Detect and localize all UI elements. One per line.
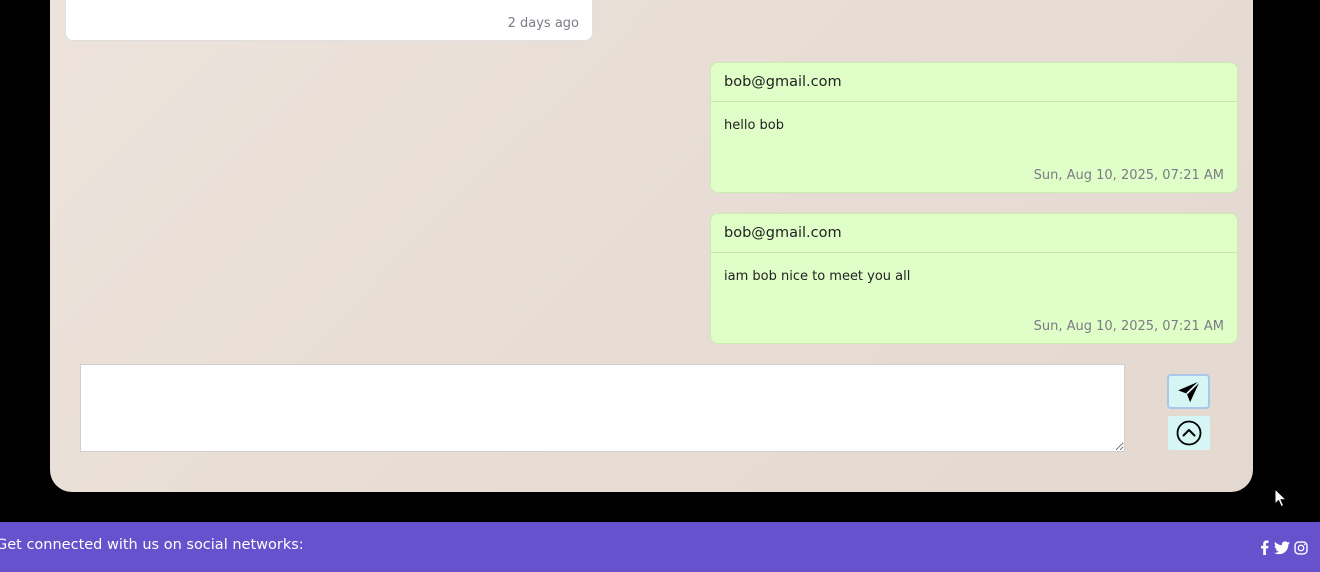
message-card-incoming: 2 days ago: [65, 0, 593, 41]
facebook-icon[interactable]: [1259, 540, 1270, 555]
message-sender: bob@gmail.com: [711, 63, 1237, 102]
mouse-cursor-icon: [1274, 487, 1288, 512]
message-card-outgoing: bob@gmail.com iam bob nice to meet you a…: [710, 213, 1238, 344]
message-time: 2 days ago: [507, 16, 579, 31]
scroll-top-button[interactable]: [1168, 416, 1210, 450]
message-sender: bob@gmail.com: [711, 214, 1237, 253]
message-time: Sun, Aug 10, 2025, 07:21 AM: [1033, 168, 1224, 183]
footer: Get connected with us on social networks…: [0, 522, 1320, 572]
chat-panel: 2 days ago bob@gmail.com hello bob Sun, …: [50, 0, 1253, 492]
message-time: Sun, Aug 10, 2025, 07:21 AM: [1033, 319, 1224, 334]
send-button[interactable]: [1167, 374, 1210, 409]
message-card-outgoing: bob@gmail.com hello bob Sun, Aug 10, 202…: [710, 62, 1238, 193]
instagram-icon[interactable]: [1294, 540, 1308, 555]
footer-tagline: Get connected with us on social networks…: [0, 537, 304, 553]
paper-plane-icon: [1176, 379, 1202, 405]
twitter-icon[interactable]: [1274, 540, 1290, 555]
circle-chevron-up-icon: [1176, 420, 1202, 446]
social-links: [1259, 540, 1308, 555]
message-text: iam bob nice to meet you all: [724, 269, 911, 284]
message-input[interactable]: [80, 364, 1125, 452]
message-text: hello bob: [724, 118, 785, 133]
